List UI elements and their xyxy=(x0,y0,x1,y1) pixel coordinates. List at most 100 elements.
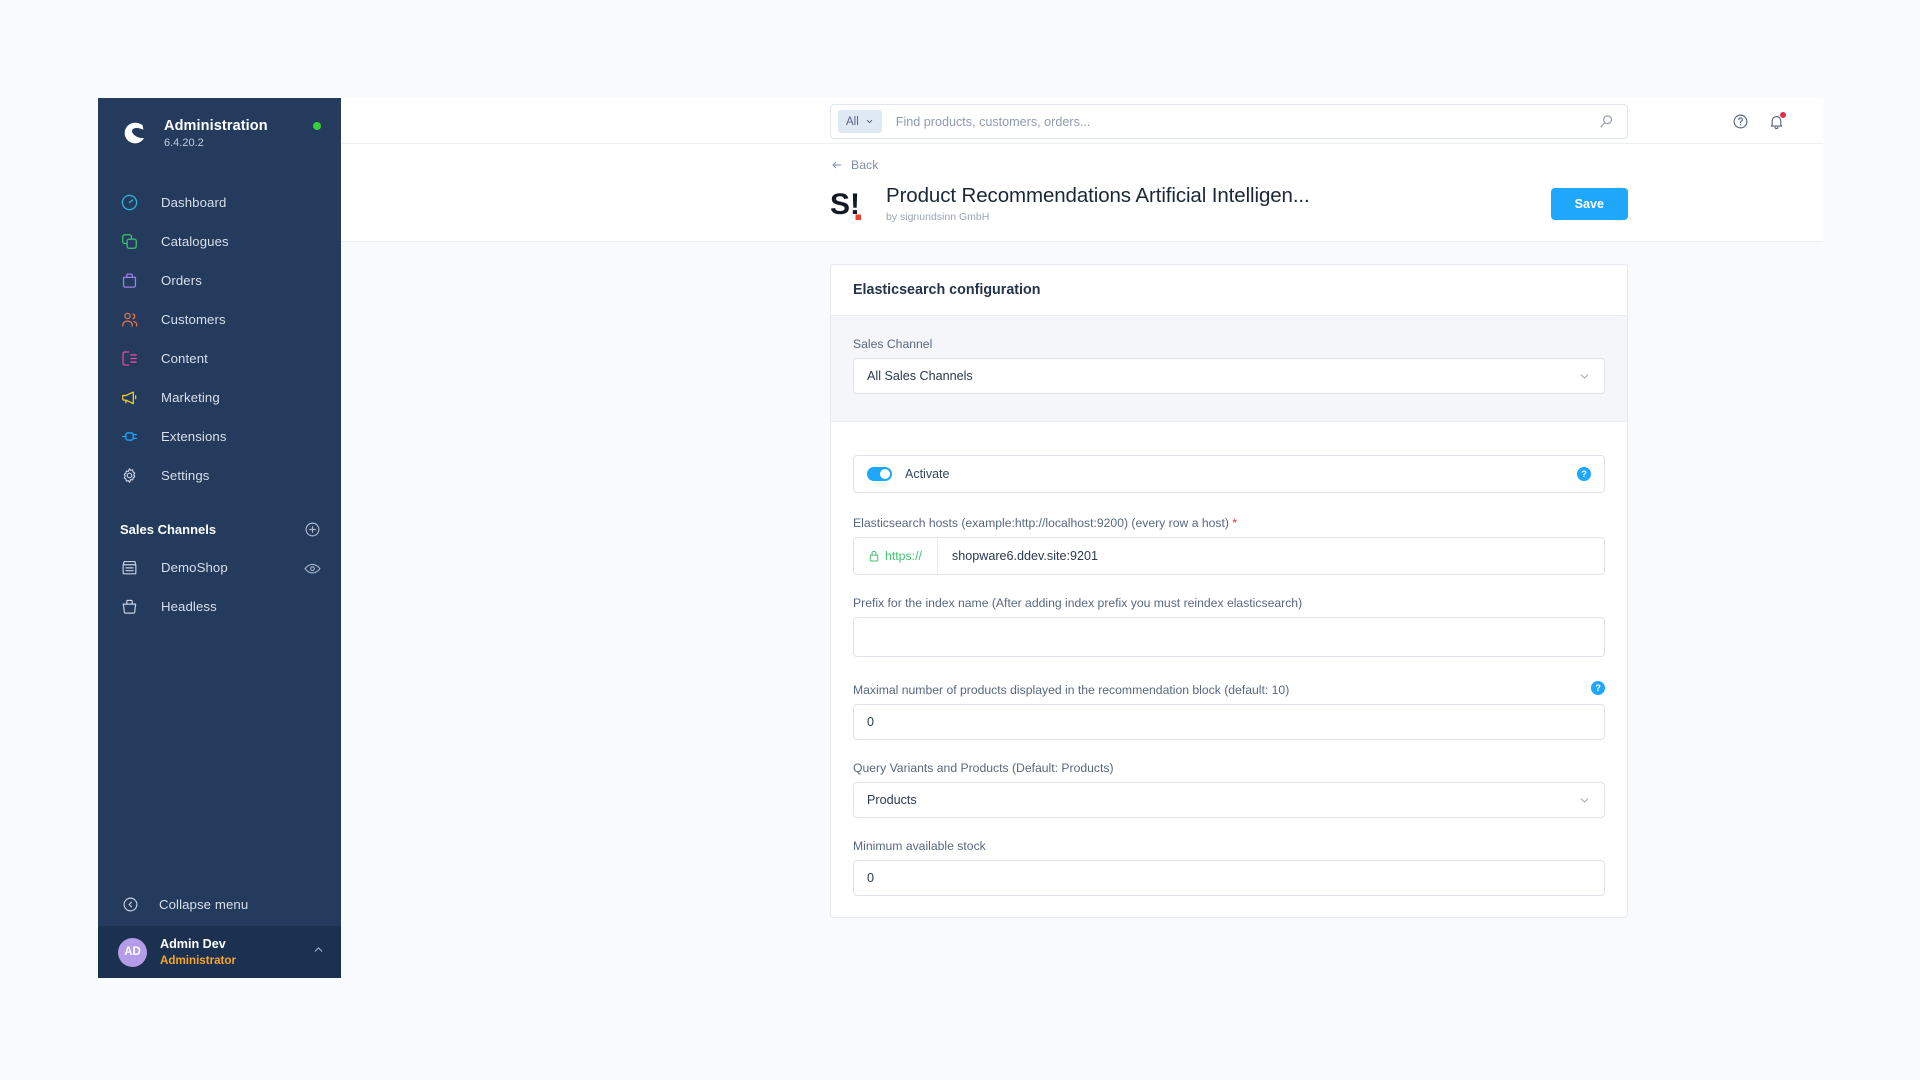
activate-toggle[interactable] xyxy=(867,467,892,481)
topbar-actions xyxy=(1732,98,1787,144)
user-name: Admin Dev xyxy=(160,937,226,952)
max-products-input[interactable] xyxy=(853,704,1605,740)
index-prefix-label: Prefix for the index name (After adding … xyxy=(853,596,1303,610)
help-circle-icon[interactable] xyxy=(1732,113,1749,130)
sidebar-item-catalogues[interactable]: Catalogues xyxy=(98,222,341,261)
admin-app-window: Administration 6.4.20.2 Dashboard Catalo… xyxy=(98,98,1823,978)
notification-badge xyxy=(1779,110,1787,119)
search-icon[interactable] xyxy=(1598,113,1615,130)
back-label: Back xyxy=(851,158,879,172)
sidebar-item-label: Marketing xyxy=(161,389,220,405)
save-button[interactable]: Save xyxy=(1550,187,1628,220)
bag-icon xyxy=(120,271,139,290)
global-search: All xyxy=(830,104,1628,139)
min-stock-label: Minimum available stock xyxy=(853,839,986,853)
sales-channels-title: Sales Channels xyxy=(120,521,217,537)
shopware-logo-icon xyxy=(120,118,150,148)
plug-icon xyxy=(120,427,139,446)
users-icon xyxy=(120,310,139,329)
sidebar-item-label: Orders xyxy=(161,272,202,288)
back-button[interactable]: Back xyxy=(830,158,1628,172)
sidebar-brand[interactable]: Administration 6.4.20.2 xyxy=(98,98,341,173)
sidebar-item-label: Customers xyxy=(161,311,226,327)
sidebar-item-customers[interactable]: Customers xyxy=(98,300,341,339)
brand-version: 6.4.20.2 xyxy=(164,137,204,149)
search-scope-selector[interactable]: All xyxy=(838,110,882,133)
query-variants-field: Query Variants and Products (Default: Pr… xyxy=(853,761,1605,818)
sidebar-item-label: Extensions xyxy=(161,428,227,444)
collapse-menu-button[interactable]: Collapse menu xyxy=(98,882,341,926)
user-profile-button[interactable]: AD Admin Dev Administrator xyxy=(98,926,341,978)
page-title: Product Recommendations Artificial Intel… xyxy=(886,184,1310,207)
bell-icon[interactable] xyxy=(1768,110,1787,130)
basket-icon xyxy=(120,597,139,616)
card-body: Activate ? Elasticsearch hosts (example:… xyxy=(831,422,1627,896)
page-header: Back S! Product Recommendations Artifici… xyxy=(341,144,1823,242)
brand-title: Administration xyxy=(164,118,268,134)
gear-icon xyxy=(120,466,139,485)
chevron-down-icon xyxy=(1580,373,1589,379)
query-variants-label: Query Variants and Products (Default: Pr… xyxy=(853,761,1114,775)
user-role: Administrator xyxy=(160,953,237,967)
max-products-label: Maximal number of products displayed in … xyxy=(853,683,1290,697)
min-stock-field: Minimum available stock xyxy=(853,839,1605,896)
layers-icon xyxy=(120,232,139,251)
search-input[interactable] xyxy=(881,114,1598,129)
sidebar-item-extensions[interactable]: Extensions xyxy=(98,417,341,456)
plus-circle-icon[interactable] xyxy=(304,521,321,538)
sidebar-item-dashboard[interactable]: Dashboard xyxy=(98,183,341,222)
activate-help-icon[interactable]: ? xyxy=(1577,467,1591,481)
sales-channel-value: All Sales Channels xyxy=(867,369,973,383)
page-vendor: by signundsinn GmbH xyxy=(886,211,990,223)
eye-icon[interactable] xyxy=(304,561,321,574)
hosts-label: Elasticsearch hosts (example:http://loca… xyxy=(853,516,1605,530)
sidebar-item-label: Headless xyxy=(161,598,217,614)
chevron-up-icon xyxy=(312,943,325,961)
hosts-label-text: Elasticsearch hosts (example:http://loca… xyxy=(853,516,1229,530)
sidebar-item-label: Content xyxy=(161,350,208,366)
sidebar-item-demoshop[interactable]: DemoShop xyxy=(98,548,341,587)
lock-icon xyxy=(869,550,879,562)
sidebar-item-settings[interactable]: Settings xyxy=(98,456,341,495)
plugin-logo-icon: S! xyxy=(830,185,871,223)
card-heading: Elasticsearch configuration xyxy=(831,265,1627,316)
sales-channels-header: Sales Channels xyxy=(98,495,341,548)
speedometer-icon xyxy=(120,193,139,212)
activate-row: Activate ? xyxy=(853,455,1605,493)
sales-channel-select[interactable]: All Sales Channels xyxy=(853,358,1605,394)
max-products-field: Maximal number of products displayed in … xyxy=(853,681,1605,740)
chevron-down-icon xyxy=(1580,797,1589,803)
megaphone-icon xyxy=(120,388,139,407)
sidebar: Administration 6.4.20.2 Dashboard Catalo… xyxy=(98,98,341,978)
sales-channel-label: Sales Channel xyxy=(853,337,933,351)
arrow-left-icon xyxy=(832,161,842,169)
collapse-menu-label: Collapse menu xyxy=(159,896,249,912)
status-dot xyxy=(313,122,321,130)
sidebar-item-content[interactable]: Content xyxy=(98,339,341,378)
content-icon xyxy=(120,349,139,368)
sales-channel-section: Sales Channel All Sales Channels xyxy=(831,316,1627,422)
index-prefix-field: Prefix for the index name (After adding … xyxy=(853,596,1605,662)
max-products-help-icon[interactable]: ? xyxy=(1591,681,1605,695)
content-area: Elasticsearch configuration Sales Channe… xyxy=(341,242,1823,978)
sales-channel-field: Sales Channel All Sales Channels xyxy=(853,337,1605,394)
sidebar-item-label: DemoShop xyxy=(161,559,228,575)
storefront-icon xyxy=(120,558,139,577)
sidebar-item-orders[interactable]: Orders xyxy=(98,261,341,300)
query-variants-value: Products xyxy=(867,793,917,807)
hosts-field: Elasticsearch hosts (example:http://loca… xyxy=(853,516,1605,575)
sidebar-nav: Dashboard Catalogues Orders Customers Co… xyxy=(98,173,341,495)
hosts-input-group: https:// xyxy=(853,537,1605,575)
hosts-input[interactable] xyxy=(937,538,1604,574)
chevron-down-icon xyxy=(866,119,872,124)
main-area: All Find products, customers, orders... … xyxy=(341,98,1823,978)
sidebar-item-label: Settings xyxy=(161,467,210,483)
min-stock-input[interactable] xyxy=(853,860,1605,896)
hosts-prefix: https:// xyxy=(854,538,938,574)
query-variants-select[interactable]: Products xyxy=(853,782,1605,818)
sidebar-item-headless[interactable]: Headless xyxy=(98,587,341,626)
index-prefix-input[interactable] xyxy=(853,617,1605,657)
sidebar-item-marketing[interactable]: Marketing xyxy=(98,378,341,417)
sidebar-item-label: Dashboard xyxy=(161,194,227,210)
